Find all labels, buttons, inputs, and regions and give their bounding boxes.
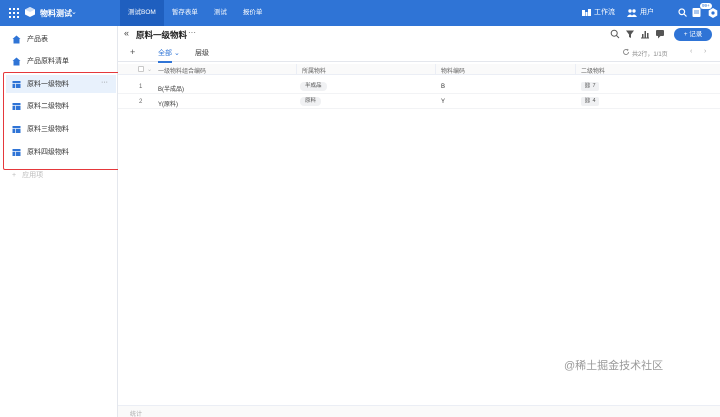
top-bar: 物料测试 ⌄ 测试BOM 暂存表单 测试 报价单 工作流 用户 99+ <box>0 0 720 26</box>
next-page-icon[interactable]: › <box>704 48 706 55</box>
sidebar-item-label: 产品原料清单 <box>27 58 69 65</box>
watermark: @稀土掘金技术社区 <box>564 360 664 372</box>
select-all-checkbox[interactable] <box>138 66 144 72</box>
header-chevron-icon[interactable]: ⌄ <box>147 66 152 73</box>
home-icon <box>12 57 21 65</box>
row-number: 1 <box>139 84 143 90</box>
page-title: 原料一级物料 <box>136 30 188 40</box>
users-icon <box>627 9 637 17</box>
plus-icon: + <box>12 171 17 179</box>
nav-item-draft-form[interactable]: 暂存表单 <box>164 0 206 26</box>
add-view-icon[interactable]: + <box>130 47 135 57</box>
column-divider <box>575 64 576 75</box>
add-app-label: 应用项 <box>22 172 44 179</box>
view-tabs: + 全部 ⌄ 层级 共2行，1/1页 ‹ › <box>118 44 720 63</box>
filter-icon[interactable] <box>625 29 635 39</box>
tab-all-label: 全部 <box>158 50 172 57</box>
workflow-label: 工作流 <box>594 9 615 16</box>
sidebar-item-product-material-list[interactable]: 产品原料清单 <box>6 52 116 70</box>
column-header-owner-material[interactable]: 所属物料 <box>302 66 326 75</box>
app-grid-icon[interactable] <box>9 8 19 18</box>
cell-owner-chip[interactable]: 原料 <box>300 97 322 106</box>
comment-icon[interactable] <box>655 29 665 39</box>
cell-combo-code[interactable]: Y(原料) <box>158 99 178 108</box>
column-divider <box>435 64 436 75</box>
table-header: ⌄ 一级物料组合编码 所属物料 物料编码 二级物料 <box>118 64 720 75</box>
table-row[interactable]: 1 B(半成品) 半成品 B ⛓ 7 <box>118 80 720 94</box>
cell-material-code[interactable]: Y <box>441 99 445 105</box>
cell-owner-chip[interactable]: 半成品 <box>300 82 327 91</box>
app-logo-icon <box>25 7 35 17</box>
table-footer: 统计 <box>118 405 720 417</box>
column-divider <box>296 64 297 75</box>
tab-level[interactable]: 层级 <box>195 48 209 58</box>
column-header-combo-code[interactable]: 一级物料组合编码 <box>158 66 206 75</box>
cell-material-code[interactable]: B <box>441 84 445 90</box>
settings-icon[interactable] <box>708 8 718 18</box>
row-number: 2 <box>139 99 143 105</box>
collapse-sidebar-icon[interactable]: « <box>124 28 129 38</box>
record-count: 共2行，1/1页 <box>632 52 668 58</box>
link-icon: ⛓ <box>584 83 591 89</box>
cell-combo-code[interactable]: B(半成品) <box>158 84 184 93</box>
nav-item-bom[interactable]: 测试BOM <box>120 0 164 26</box>
column-header-material-code[interactable]: 物料编码 <box>441 66 465 75</box>
workflow-icon <box>582 9 591 16</box>
home-icon <box>12 35 21 43</box>
search-icon[interactable] <box>610 29 620 39</box>
chart-icon[interactable] <box>640 29 650 39</box>
highlight-annotation <box>3 72 123 170</box>
users-label: 用户 <box>640 9 654 16</box>
sub-count: 7 <box>592 83 596 89</box>
cell-sub-material-chip[interactable]: ⛓ 7 <box>581 82 599 91</box>
title-more-icon[interactable]: ··· <box>188 28 196 37</box>
cell-sub-material-chip[interactable]: ⛓ 4 <box>581 97 599 106</box>
table-row[interactable]: 2 Y(原料) 原料 Y ⛓ 4 <box>118 95 720 109</box>
users-button[interactable]: 用户 <box>627 0 654 26</box>
nav-item-test[interactable]: 测试 <box>206 0 235 26</box>
chevron-down-icon: ⌄ <box>173 50 180 57</box>
tab-all[interactable]: 全部 ⌄ <box>158 48 180 63</box>
add-record-button[interactable]: + 记录 <box>674 28 712 41</box>
footer-stats-label[interactable]: 统计 <box>130 409 142 417</box>
link-icon: ⛓ <box>584 98 591 104</box>
add-app-button[interactable]: + 应用项 <box>12 170 43 180</box>
search-icon[interactable] <box>678 8 687 17</box>
nav-item-quote[interactable]: 报价单 <box>235 0 271 26</box>
sub-count: 4 <box>592 98 596 104</box>
top-nav: 测试BOM 暂存表单 测试 报价单 <box>120 0 270 26</box>
title-row: « 原料一级物料 ··· + 记录 <box>118 26 720 42</box>
notification-icon[interactable] <box>692 7 701 18</box>
app-name[interactable]: 物料测试 <box>40 8 72 19</box>
prev-page-icon[interactable]: ‹ <box>690 48 692 55</box>
column-header-sub-material[interactable]: 二级物料 <box>581 66 605 75</box>
sidebar-item-product-table[interactable]: 产品表 <box>6 30 116 48</box>
refresh-icon[interactable] <box>622 48 630 56</box>
app-caret-icon[interactable]: ⌄ <box>71 8 77 16</box>
sidebar-item-label: 产品表 <box>27 36 48 43</box>
workflow-button[interactable]: 工作流 <box>582 0 615 26</box>
